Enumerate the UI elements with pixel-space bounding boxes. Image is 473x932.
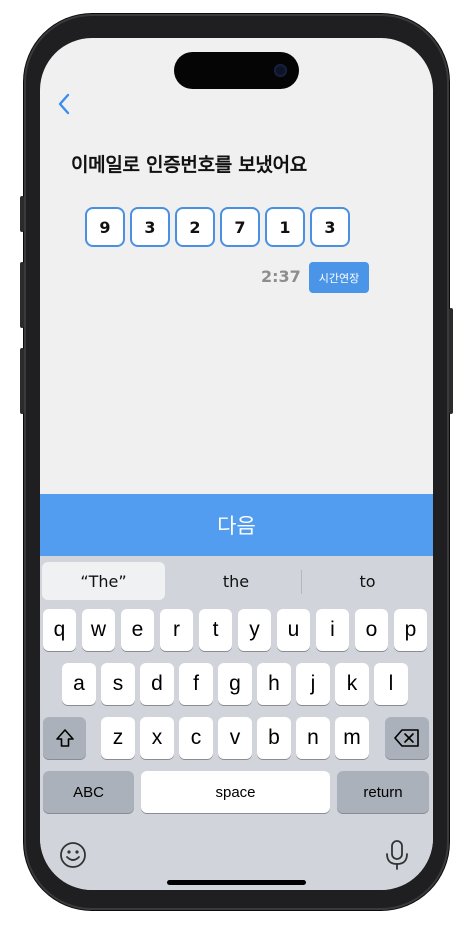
backspace-key[interactable] (385, 717, 429, 759)
key-f[interactable]: f (179, 663, 213, 705)
shift-icon (55, 729, 74, 747)
camera-icon (274, 64, 287, 77)
key-x[interactable]: x (140, 717, 174, 759)
dynamic-island (174, 52, 299, 89)
key-m[interactable]: m (335, 717, 369, 759)
key-u[interactable]: u (277, 609, 310, 651)
key-g[interactable]: g (218, 663, 252, 705)
key-y[interactable]: y (238, 609, 271, 651)
key-c[interactable]: c (179, 717, 213, 759)
verification-code-input[interactable]: 9 3 2 7 1 3 (85, 207, 350, 247)
code-digit-box[interactable]: 1 (265, 207, 305, 247)
code-digit-box[interactable]: 2 (175, 207, 215, 247)
volume-up-button (20, 262, 24, 328)
emoji-button[interactable] (58, 840, 88, 870)
abc-key[interactable]: ABC (43, 771, 134, 813)
code-digit-box[interactable]: 3 (310, 207, 350, 247)
back-button[interactable] (52, 90, 76, 118)
mic-icon (386, 840, 408, 870)
code-digit-box[interactable]: 9 (85, 207, 125, 247)
key-b[interactable]: b (257, 717, 291, 759)
key-p[interactable]: p (394, 609, 427, 651)
key-d[interactable]: d (140, 663, 174, 705)
suggestion-bar: “The” the to (40, 556, 433, 602)
countdown-timer: 2:37 (261, 267, 301, 286)
key-h[interactable]: h (257, 663, 291, 705)
suggestion-item[interactable]: to (302, 562, 433, 600)
power-button (449, 308, 453, 414)
extend-time-button[interactable]: 시간연장 (309, 262, 369, 293)
key-l[interactable]: l (374, 663, 408, 705)
home-indicator[interactable] (167, 880, 306, 885)
key-n[interactable]: n (296, 717, 330, 759)
key-a[interactable]: a (62, 663, 96, 705)
suggestion-item[interactable]: “The” (42, 562, 165, 600)
backspace-icon (394, 729, 419, 747)
dictation-button[interactable] (384, 839, 410, 871)
page-title: 이메일로 인증번호를 보냈어요 (71, 154, 307, 176)
key-i[interactable]: i (316, 609, 349, 651)
emoji-icon (60, 842, 86, 868)
volume-down-button (20, 348, 24, 414)
key-e[interactable]: e (121, 609, 154, 651)
key-q[interactable]: q (43, 609, 76, 651)
keyboard: “The” the to q w e r t y u i o p a s d f… (40, 556, 433, 890)
return-key[interactable]: return (337, 771, 429, 813)
key-w[interactable]: w (82, 609, 115, 651)
key-j[interactable]: j (296, 663, 330, 705)
key-k[interactable]: k (335, 663, 369, 705)
key-s[interactable]: s (101, 663, 135, 705)
space-key[interactable]: space (141, 771, 330, 813)
phone-screen: 이메일로 인증번호를 보냈어요 9 3 2 7 1 3 2:37 시간연장 다음… (40, 38, 433, 890)
back-chevron-icon (58, 93, 70, 115)
key-z[interactable]: z (101, 717, 135, 759)
code-digit-box[interactable]: 7 (220, 207, 260, 247)
key-t[interactable]: t (199, 609, 232, 651)
code-digit-box[interactable]: 3 (130, 207, 170, 247)
key-o[interactable]: o (355, 609, 388, 651)
key-r[interactable]: r (160, 609, 193, 651)
key-v[interactable]: v (218, 717, 252, 759)
suggestion-item[interactable]: the (171, 562, 301, 600)
shift-key[interactable] (43, 717, 86, 759)
action-button (20, 196, 24, 232)
next-button[interactable]: 다음 (40, 494, 433, 556)
